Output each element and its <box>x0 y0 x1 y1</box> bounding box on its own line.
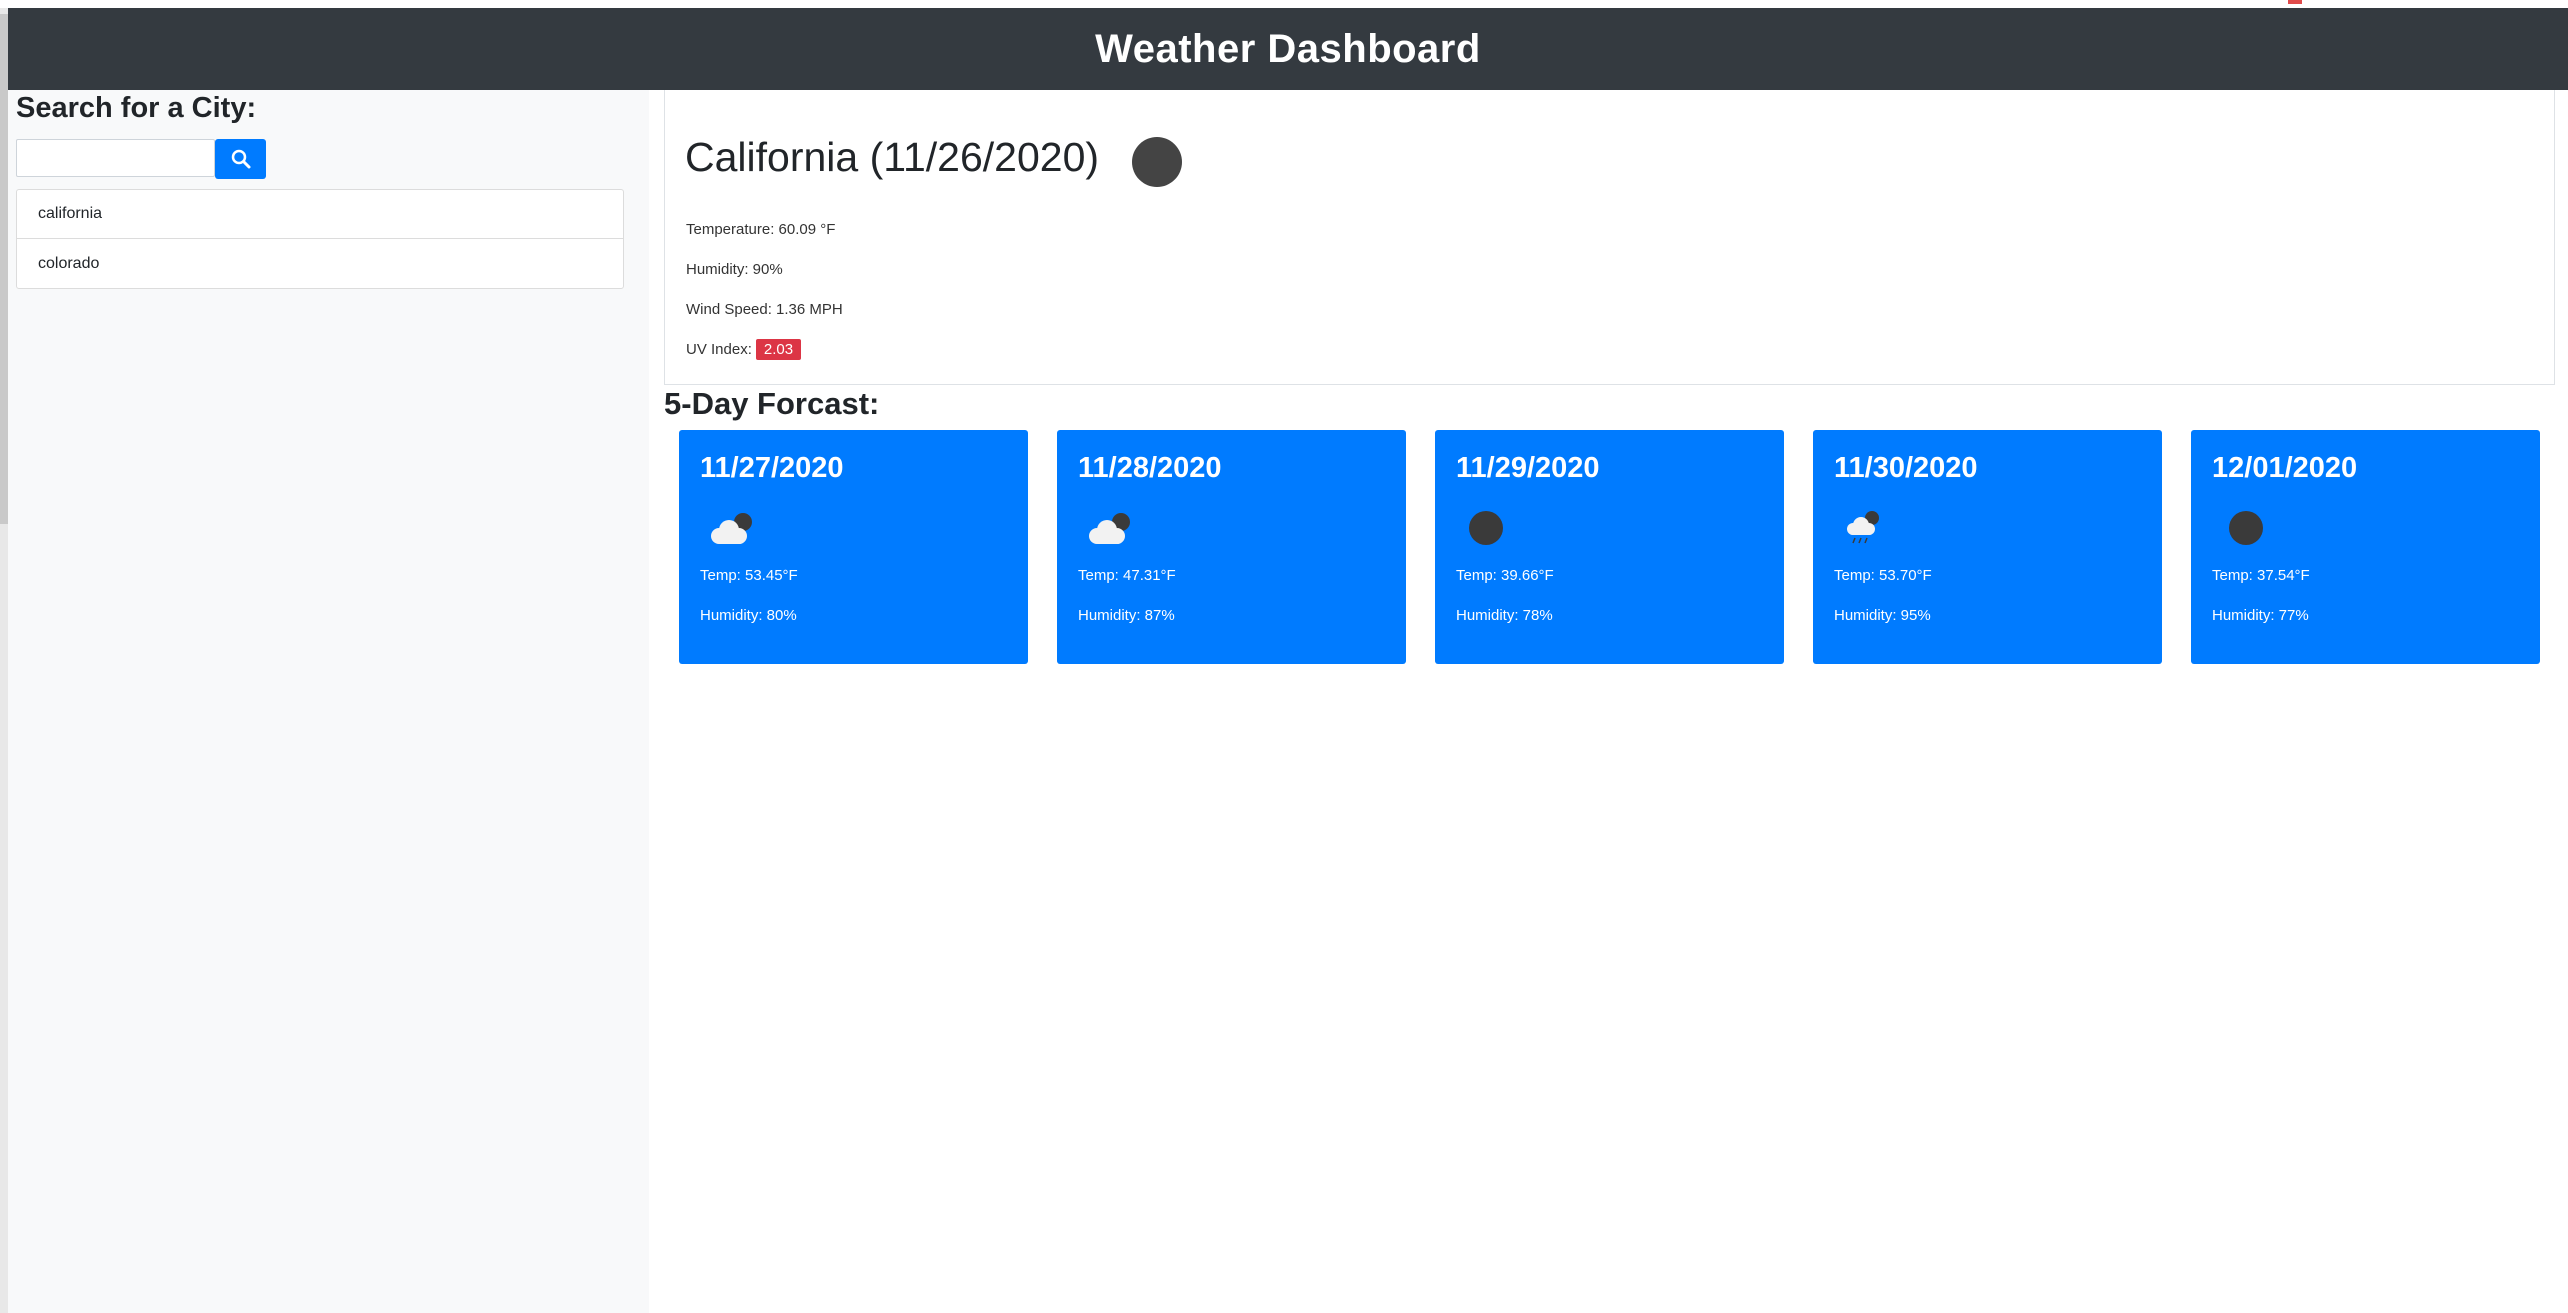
city-title: California (11/26/2020) <box>685 134 1100 180</box>
wind-speed-text: Wind Speed: 1.36 MPH <box>686 301 843 318</box>
forecast-temp: Temp: 53.70°F <box>1834 567 1932 584</box>
cloudy-night-icon <box>711 513 752 544</box>
current-weather-panel: California (11/26/2020) Temperature: 60.… <box>664 90 2555 385</box>
cloudy-night-icon <box>1089 513 1130 544</box>
search-title: Search for a City: <box>16 92 257 124</box>
corner-mark <box>2288 0 2302 4</box>
forecast-date: 11/27/2020 <box>700 452 844 484</box>
forecast-humidity: Humidity: 80% <box>700 607 797 624</box>
history-item-colorado[interactable]: colorado <box>17 239 623 288</box>
dark-circle-icon <box>2229 511 2263 545</box>
forecast-humidity: Humidity: 77% <box>2212 607 2309 624</box>
rain-icon <box>1847 511 1879 544</box>
humidity-text: Humidity: 90% <box>686 261 783 278</box>
forecast-card: 12/01/2020 Temp: 37.54°F Humidity: 77% <box>2191 430 2540 664</box>
top-strip <box>0 0 2568 8</box>
search-button[interactable] <box>215 139 266 179</box>
temperature-text: Temperature: 60.09 °F <box>686 221 836 238</box>
search-history: california colorado <box>16 189 624 289</box>
scrollbar-thumb[interactable] <box>0 14 8 524</box>
forecast-temp: Temp: 37.54°F <box>2212 567 2310 584</box>
uv-index-row: UV Index: 2.03 <box>686 339 802 360</box>
history-item-california[interactable]: california <box>17 190 623 239</box>
forecast-card: 11/30/2020 Temp: 53.70°F Humidity: 95% <box>1813 430 2162 664</box>
forecast-temp: Temp: 39.66°F <box>1456 567 1554 584</box>
page-title: Weather Dashboard <box>1095 26 1481 71</box>
weather-icon <box>1132 137 1182 187</box>
search-input[interactable] <box>16 139 215 177</box>
forecast-card: 11/27/2020 Temp: 53.45°F Humidity: 80% <box>679 430 1028 664</box>
forecast-date: 11/28/2020 <box>1078 452 1222 484</box>
page-header: Weather Dashboard <box>8 8 2568 90</box>
forecast-title: 5-Day Forcast: <box>664 386 880 421</box>
forecast-temp: Temp: 47.31°F <box>1078 567 1176 584</box>
search-icon <box>231 149 250 169</box>
forecast-temp: Temp: 53.45°F <box>700 567 798 584</box>
forecast-humidity: Humidity: 95% <box>1834 607 1931 624</box>
forecast-card: 11/28/2020 Temp: 47.31°F Humidity: 87% <box>1057 430 1406 664</box>
page-scrollbar[interactable] <box>0 8 8 1313</box>
forecast-humidity: Humidity: 78% <box>1456 607 1553 624</box>
forecast-card: 11/29/2020 Temp: 39.66°F Humidity: 78% <box>1435 430 1784 664</box>
forecast-date: 11/29/2020 <box>1456 452 1600 484</box>
forecast-date: 11/30/2020 <box>1834 452 1978 484</box>
uv-index-label: UV Index: <box>686 341 752 358</box>
uv-index-badge: 2.03 <box>755 339 802 360</box>
forecast-date: 12/01/2020 <box>2212 452 2358 484</box>
forecast-humidity: Humidity: 87% <box>1078 607 1175 624</box>
dark-circle-icon <box>1469 511 1503 545</box>
